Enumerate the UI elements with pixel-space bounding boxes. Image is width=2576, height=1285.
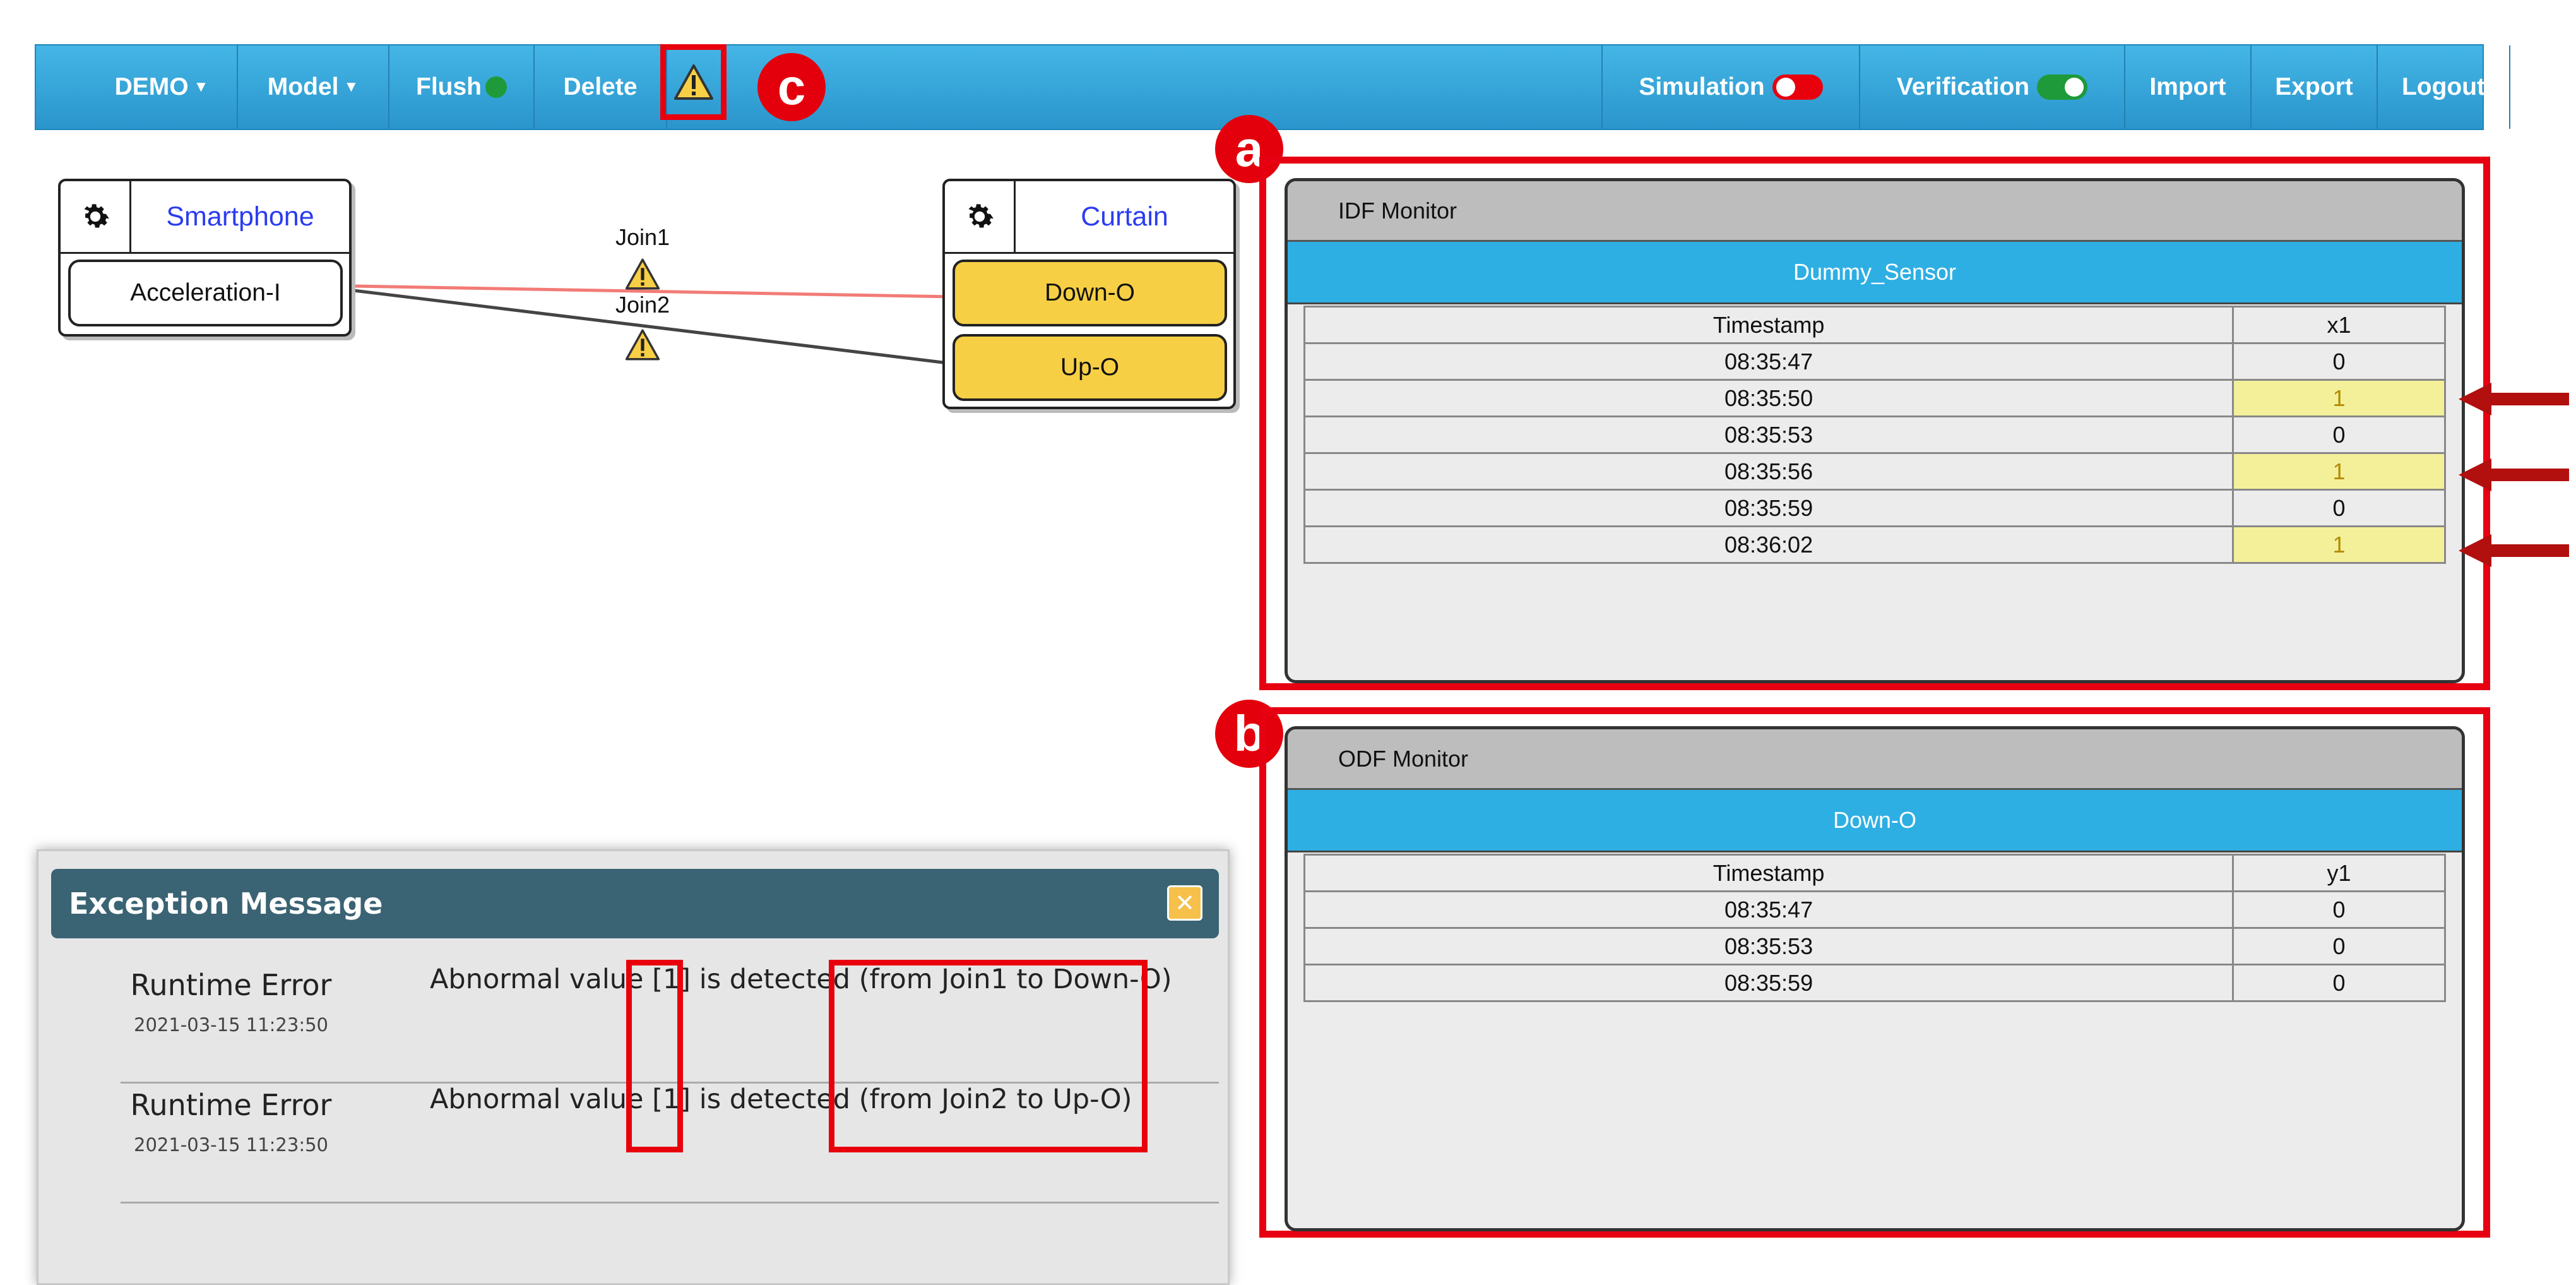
table-row: 08:35:56 1 xyxy=(1303,452,2446,491)
arrow-left-icon xyxy=(2459,534,2569,567)
delete-label: Delete xyxy=(563,73,638,100)
exception-panel-header: Exception Message ✕ xyxy=(51,869,1219,938)
toggle-off-icon xyxy=(1772,75,1823,100)
column-header: x1 xyxy=(2232,306,2446,344)
join2-label: Join2 xyxy=(615,292,670,318)
simulation-label: Simulation xyxy=(1639,73,1765,100)
toggle-on-icon xyxy=(2037,75,2088,100)
table-header-row: Timestamp y1 xyxy=(1303,854,2446,892)
table-row: 08:35:53 0 xyxy=(1303,415,2446,454)
import-button[interactable]: Import xyxy=(2125,45,2252,129)
gear-icon[interactable] xyxy=(61,181,131,252)
arrow-left-icon xyxy=(2459,458,2569,491)
monitor-df-name: Down-O xyxy=(1288,790,2462,852)
device-name: Curtain xyxy=(1081,201,1168,232)
demo-menu[interactable]: DEMO ▼ xyxy=(86,45,238,129)
monitor-df-name: Dummy_Sensor xyxy=(1288,242,2462,304)
gear-icon[interactable] xyxy=(945,181,1016,252)
arrow-left-icon xyxy=(2459,383,2569,415)
logout-label: Logout xyxy=(2401,73,2486,100)
flush-button[interactable]: Flush xyxy=(389,45,535,129)
exception-type: Runtime Error xyxy=(130,1088,332,1122)
caret-down-icon: ▼ xyxy=(193,78,209,95)
feature-acceleration-i[interactable]: Acceleration-I xyxy=(68,260,343,326)
join2-warning-icon[interactable] xyxy=(625,328,660,364)
simulation-toggle[interactable]: Simulation xyxy=(1601,45,1860,129)
column-header: Timestamp xyxy=(1303,854,2235,892)
caret-down-icon: ▼ xyxy=(343,78,359,95)
exception-time: 2021-03-15 11:23:50 xyxy=(134,1014,328,1036)
idf-monitor: IDF Monitor Dummy_Sensor Timestamp x1 08… xyxy=(1285,178,2465,683)
smartphone-device[interactable]: Smartphone Acceleration-I xyxy=(58,179,352,337)
verification-toggle[interactable]: Verification xyxy=(1860,45,2125,129)
table-row: 08:35:47 0 xyxy=(1303,890,2446,929)
export-button[interactable]: Export xyxy=(2252,45,2378,129)
close-icon[interactable]: ✕ xyxy=(1167,885,1202,921)
delete-button[interactable]: Delete xyxy=(535,45,667,129)
logout-button[interactable]: Logout xyxy=(2378,45,2510,129)
flush-label: Flush xyxy=(416,73,482,100)
export-label: Export xyxy=(2275,73,2353,100)
join1-label: Join1 xyxy=(615,224,670,250)
table-row: 08:35:47 0 xyxy=(1303,342,2446,381)
value-highlight-box xyxy=(626,960,683,1152)
status-led-icon xyxy=(485,76,507,98)
exception-panel-title: Exception Message xyxy=(69,887,383,921)
table-header-row: Timestamp x1 xyxy=(1303,306,2446,344)
column-header: y1 xyxy=(2232,854,2446,892)
model-label: Model xyxy=(267,73,339,100)
table-row: 08:35:59 0 xyxy=(1303,964,2446,1002)
feature-up-o[interactable]: Up-O xyxy=(953,334,1227,401)
table-row: 08:35:59 0 xyxy=(1303,489,2446,527)
exception-time: 2021-03-15 11:23:50 xyxy=(134,1134,328,1156)
callout-c: c xyxy=(757,53,826,121)
feature-down-o[interactable]: Down-O xyxy=(953,260,1227,326)
warning-icon xyxy=(674,64,713,100)
table-row: 08:35:53 0 xyxy=(1303,927,2446,965)
odf-monitor: ODF Monitor Down-O Timestamp y1 08:35:47… xyxy=(1285,726,2465,1231)
table-row: 08:35:50 1 xyxy=(1303,379,2446,417)
exception-type: Runtime Error xyxy=(130,968,332,1002)
model-menu[interactable]: Model ▼ xyxy=(238,45,389,129)
monitor-title: IDF Monitor xyxy=(1288,181,2462,242)
column-header: Timestamp xyxy=(1303,306,2235,344)
device-name: Smartphone xyxy=(166,201,314,232)
idf-table: Timestamp x1 08:35:47 0 08:35:50 1 08:35:5… xyxy=(1303,306,2446,564)
exception-warning-button[interactable] xyxy=(660,44,727,120)
divider xyxy=(121,1202,1219,1204)
table-row: 08:36:02 1 xyxy=(1303,525,2446,564)
verification-label: Verification xyxy=(1896,73,2030,100)
monitor-title: ODF Monitor xyxy=(1288,729,2462,790)
import-label: Import xyxy=(2149,73,2226,100)
join1-warning-icon[interactable] xyxy=(625,258,660,294)
demo-label: DEMO xyxy=(114,73,189,100)
source-highlight-box xyxy=(829,960,1148,1152)
curtain-device[interactable]: Curtain Down-O Up-O xyxy=(942,179,1236,409)
odf-table: Timestamp y1 08:35:47 0 08:35:53 0 08:35:5… xyxy=(1303,854,2446,1002)
